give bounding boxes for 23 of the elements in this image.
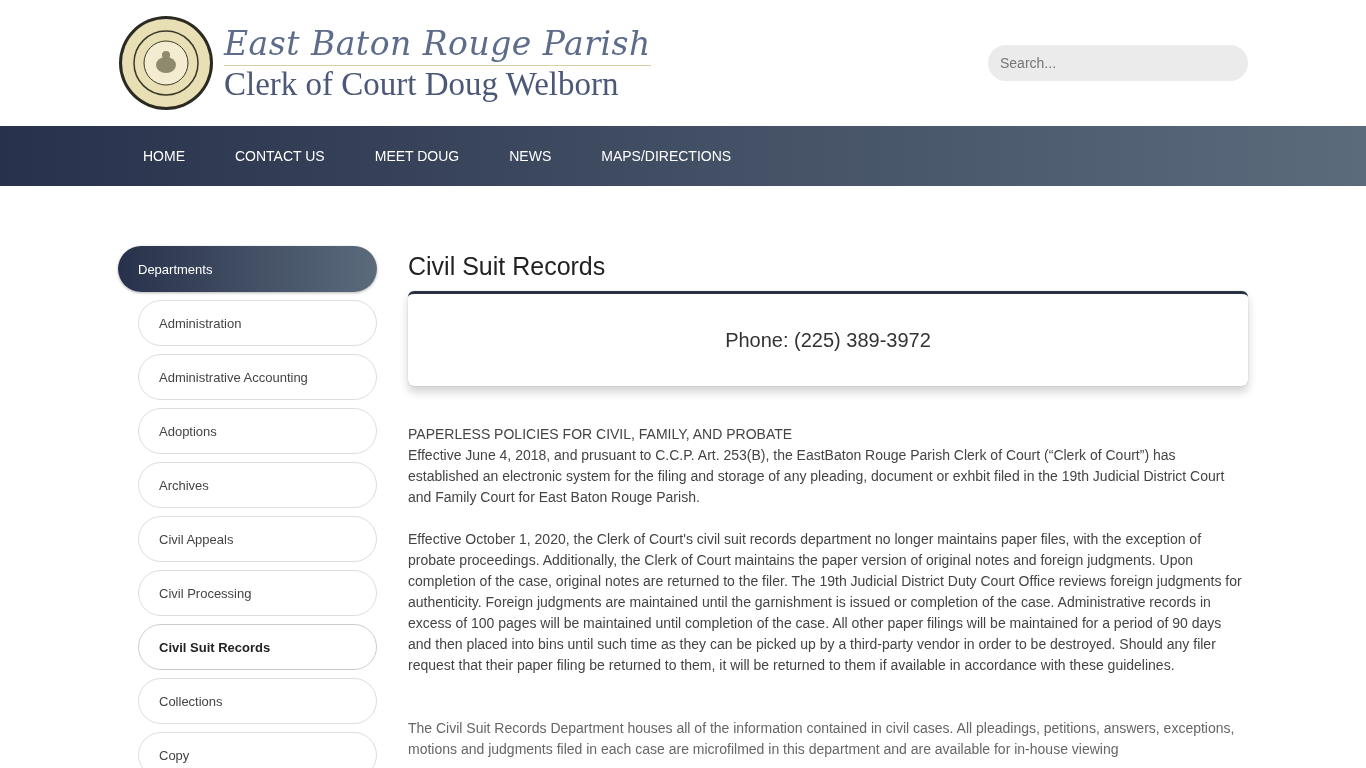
- search-field[interactable]: Search...: [988, 45, 1248, 81]
- sidebar-item[interactable]: Archives: [138, 462, 377, 508]
- page-title: Civil Suit Records: [408, 252, 607, 281]
- sidebar-item[interactable]: Adoptions: [138, 408, 377, 454]
- sidebar-item[interactable]: Civil Appeals: [138, 516, 377, 562]
- sidebar-item[interactable]: Administrative Accounting: [138, 354, 377, 400]
- nav-link[interactable]: CONTACT US: [210, 148, 350, 164]
- departments-heading: Departments: [118, 246, 377, 292]
- nav-link[interactable]: NEWS: [484, 148, 577, 164]
- nav-link[interactable]: MAPS/DIRECTIONS: [576, 148, 757, 164]
- nav-link[interactable]: HOME: [118, 148, 210, 164]
- nav-link[interactable]: MEET DOUG: [349, 148, 485, 164]
- sidebar-item[interactable]: Collections: [138, 678, 377, 724]
- paragraph: PAPERLESS POLICIES FOR CIVIL, FAMILY, AND PROBATE Effective June 4, 2018, and prusuant to C.C.P. Art. 253(B), the EastBaton Rouge Parish Clerk of Court (“Clerk of Court”) has established an electronic system for the filing and storage of any pleading, document or exhbit filed in the 19th Judicial District Court and Family Court for East Baton Rouge Parish.: [408, 425, 1226, 507]
- sidebar-item[interactable]: Copy: [138, 732, 377, 768]
- logo-subtitle: Clerk of Court Doug Welborn: [224, 65, 620, 103]
- sidebar-item[interactable]: Administration: [138, 300, 377, 346]
- paragraph: The Civil Suit Records Department houses all of the information contained in civil cases. All pleadings, petitions, answers, exceptions, motions and judgments filed in each case are microfilmed in this department and are available for in-house viewing: [408, 719, 1236, 759]
- sidebar-item[interactable]: Civil Processing: [138, 570, 377, 616]
- phone-card: Phone: (225) 389-3972: [408, 291, 1248, 386]
- paragraph: Effective October 1, 2020, the Clerk of Court's civil suit records department no longer maintains paper files, with the exception of probate proceedings. Additionally, the Clerk of Court maintains the paper version of original notes and foreign judgments. Upon completion of the case, original notes are returned to the filer. The 19th Judicial District Duty Court Office reviews foreign judgments for authenticity. Foreign judgments are maintained until the garnishment is issued or completion of the case. Administrative records in excess of 100 pages will be maintained until completion of the case. All other paper filings will be maintained for a period of 90 days and then placed into bins until such time as they can be picked up by a third-party vendor in order to be destroyed. Should any filer request that their paper filing be returned to them, it will be returned to them if available in accordance with these guidelines.: [408, 530, 1243, 675]
- sidebar-item[interactable]: Civil Suit Records: [138, 624, 377, 670]
- logo-title: East Baton Rouge Parish: [224, 23, 651, 66]
